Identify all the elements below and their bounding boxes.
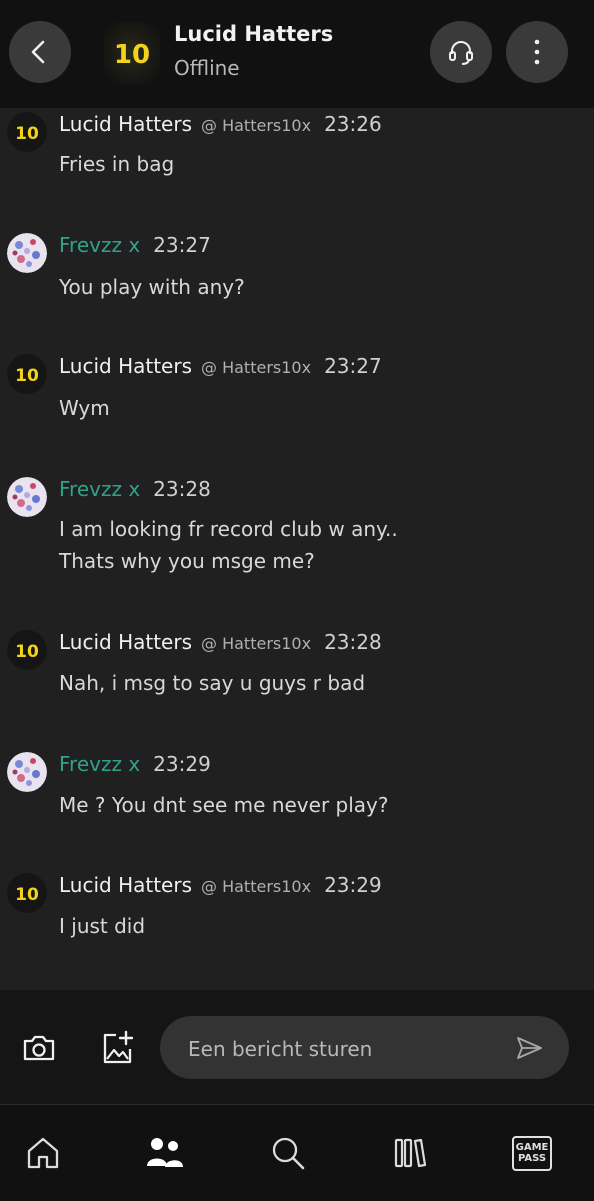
message-time: 23:29: [153, 752, 211, 776]
message-header: Lucid Hatters @ Hatters10x 23:29: [59, 873, 382, 897]
message-line: Wym: [59, 396, 110, 420]
add-image-button[interactable]: [98, 1029, 136, 1067]
sender-name[interactable]: Frevzz x: [59, 752, 140, 776]
message-time: 23:27: [324, 354, 382, 378]
nav-game-pass[interactable]: GAME PASS: [507, 1128, 557, 1178]
message-line: I just did: [59, 914, 146, 938]
message-time: 23:28: [153, 477, 211, 501]
game-pass-line1: GAME: [515, 1142, 549, 1153]
search-icon: [272, 1137, 305, 1170]
message-input[interactable]: [186, 1016, 490, 1081]
message-text: I am looking fr record club w any.. That…: [59, 513, 398, 577]
sender-name[interactable]: Frevzz x: [59, 233, 140, 257]
message-line: I am looking fr record club w any..: [59, 517, 398, 541]
nav-library[interactable]: [385, 1128, 435, 1178]
lucid-avatar[interactable]: 10: [7, 112, 47, 152]
home-icon: [27, 1137, 59, 1169]
message-line: Nah, i msg to say u guys r bad: [59, 671, 366, 695]
message-time: 23:26: [324, 112, 382, 136]
chat-header: 10 Lucid Hatters Offline: [0, 0, 594, 108]
message-time: 23:27: [153, 233, 211, 257]
add-image-icon: [103, 1030, 134, 1064]
message-list[interactable]: 10 Lucid Hatters @ Hatters10x 23:26 Frie…: [0, 108, 594, 990]
sender-handle: @ Hatters10x: [201, 634, 312, 653]
sender-name[interactable]: Lucid Hatters: [59, 873, 192, 897]
lucid-avatar[interactable]: 10: [7, 354, 47, 394]
lucid-avatar[interactable]: 10: [7, 873, 47, 913]
game-pass-icon: GAME PASS: [512, 1135, 552, 1171]
message-line: You play with any?: [59, 275, 245, 299]
message-text: Wym: [59, 392, 110, 424]
game-pass-line2: PASS: [517, 1153, 547, 1164]
message-text: I just did: [59, 910, 145, 942]
message-line: Fries in bag: [59, 152, 175, 176]
message-time: 23:29: [324, 873, 382, 897]
svg-text:10: 10: [15, 124, 39, 144]
message-header: Lucid Hatters @ Hatters10x 23:26: [59, 112, 382, 136]
sender-name[interactable]: Lucid Hatters: [59, 630, 192, 654]
camera-button[interactable]: [20, 1029, 58, 1067]
nav-social[interactable]: [140, 1128, 190, 1178]
bottom-navigation: GAME PASS: [0, 1104, 594, 1201]
sender-name[interactable]: Frevzz x: [59, 477, 140, 501]
chat-status: Offline: [174, 56, 240, 80]
svg-text:10: 10: [15, 642, 39, 662]
message-text: Me ? You dnt see me never play?: [59, 789, 388, 821]
more-icon: [534, 39, 540, 65]
camera-icon: [23, 1035, 55, 1061]
chat-title: Lucid Hatters: [174, 22, 334, 46]
back-icon: [31, 40, 45, 64]
frevzz-avatar[interactable]: [7, 233, 47, 273]
sender-handle: @ Hatters10x: [201, 877, 312, 896]
send-icon: [517, 1037, 542, 1059]
message-text: Fries in bag: [59, 148, 174, 180]
more-options-button[interactable]: [506, 21, 568, 83]
nav-search[interactable]: [263, 1128, 313, 1178]
message-header: Frevzz x 23:29: [59, 752, 211, 776]
message-time: 23:28: [324, 630, 382, 654]
message-input-container[interactable]: [160, 1016, 569, 1081]
headset-icon: [449, 41, 473, 65]
message-header: Lucid Hatters @ Hatters10x 23:27: [59, 354, 382, 378]
library-icon: [394, 1138, 427, 1168]
header-avatar[interactable]: 10: [104, 22, 160, 84]
message-text: Nah, i msg to say u guys r bad: [59, 667, 365, 699]
people-icon: [147, 1138, 183, 1167]
party-chat-button[interactable]: [430, 21, 492, 83]
message-text: You play with any?: [59, 271, 245, 303]
message-header: Frevzz x 23:27: [59, 233, 211, 257]
sender-name[interactable]: Lucid Hatters: [59, 354, 192, 378]
message-header: Lucid Hatters @ Hatters10x 23:28: [59, 630, 382, 654]
message-line: Thats why you msge me?: [59, 549, 315, 573]
sender-name[interactable]: Lucid Hatters: [59, 112, 192, 136]
frevzz-avatar[interactable]: [7, 752, 47, 792]
svg-text:10: 10: [15, 885, 39, 905]
sender-handle: @ Hatters10x: [201, 116, 312, 135]
back-button[interactable]: [9, 21, 71, 83]
nav-home[interactable]: [18, 1128, 68, 1178]
message-header: Frevzz x 23:28: [59, 477, 211, 501]
frevzz-avatar[interactable]: [7, 477, 47, 517]
sender-handle: @ Hatters10x: [201, 358, 312, 377]
header-avatar-text: 10: [114, 40, 150, 70]
lucid-avatar[interactable]: 10: [7, 630, 47, 670]
message-line: Me ? You dnt see me never play?: [59, 793, 389, 817]
svg-text:10: 10: [15, 366, 39, 386]
send-button[interactable]: [514, 1033, 544, 1063]
